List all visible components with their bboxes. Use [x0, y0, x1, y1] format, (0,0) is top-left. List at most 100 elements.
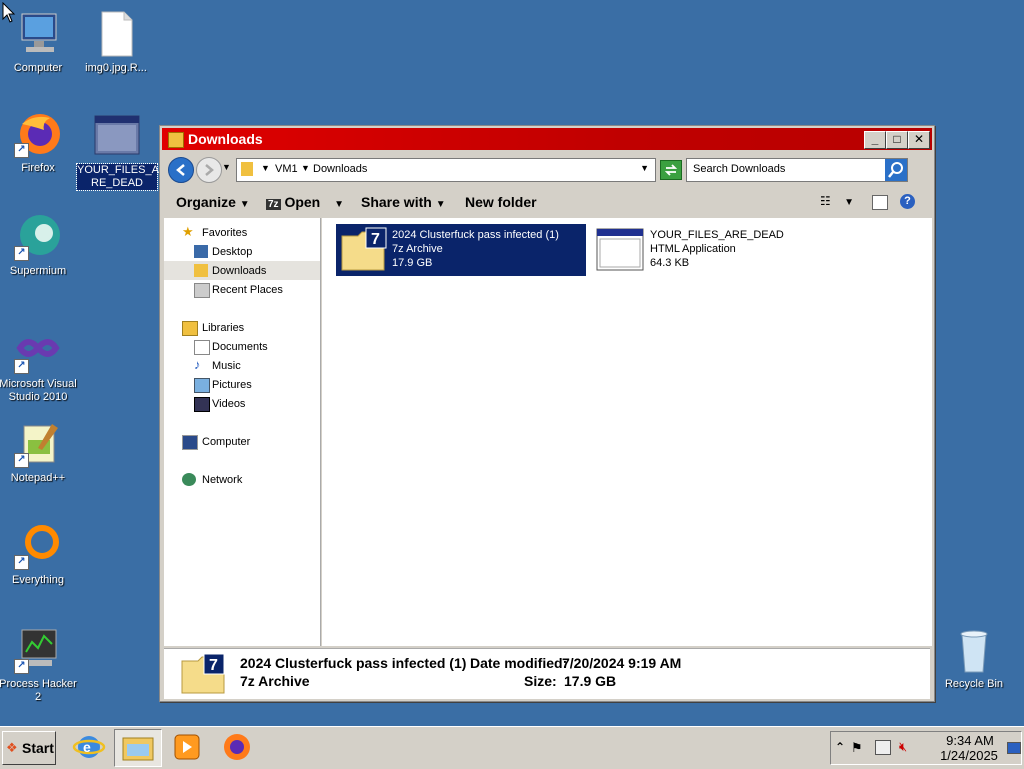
internet-explorer-icon: e — [72, 736, 106, 758]
navigation-pane: ★ Favorites Desktop Downloads Recent Plac… — [164, 218, 321, 646]
file-name: 2024 Clusterfuck pass infected (1) — [392, 229, 559, 241]
network-tray-icon[interactable] — [875, 740, 891, 755]
shortcut-arrow-icon: ↗ — [14, 555, 29, 570]
file-item[interactable]: YOUR_FILES_ARE_DEAD HTML Application 64.… — [594, 224, 844, 276]
help-icon[interactable]: ? — [900, 194, 915, 209]
refresh-button[interactable] — [660, 160, 682, 180]
views-button[interactable]: ☷ ▼ — [820, 194, 854, 208]
firefox-icon — [224, 734, 250, 760]
crumb-chevron-icon[interactable]: ▼ — [301, 163, 310, 173]
videos-icon — [194, 397, 210, 412]
firefox-icon: ↗ — [14, 110, 62, 158]
forward-button[interactable] — [196, 157, 222, 183]
desktop-icon-label: Everything — [12, 574, 64, 586]
nav-pictures[interactable]: Pictures — [164, 375, 320, 394]
desktop-icon-img0[interactable]: img0.jpg.R... — [76, 10, 156, 75]
nav-videos[interactable]: Videos — [164, 394, 320, 413]
star-icon: ★ — [182, 224, 194, 239]
window-title: Downloads — [188, 131, 263, 147]
new-folder-button[interactable]: New folder — [465, 194, 537, 210]
crumb-chevron-icon[interactable]: ▼ — [261, 163, 270, 173]
back-button[interactable] — [168, 157, 194, 183]
downloads-folder-icon — [194, 264, 208, 277]
visual-studio-icon: ↗ — [14, 326, 62, 374]
search-input[interactable]: Search Downloads — [693, 163, 785, 175]
file-size: 64.3 KB — [650, 257, 690, 269]
search-button[interactable] — [885, 159, 907, 181]
start-button[interactable]: ❖ Start — [2, 731, 56, 765]
nav-label: Documents — [212, 341, 268, 353]
desktop-icon-firefox[interactable]: ↗ Firefox — [0, 110, 78, 175]
details-date-value: 7/20/2024 9:19 AM — [562, 655, 682, 671]
forward-arrow-icon — [205, 164, 214, 176]
blank-file-icon — [92, 10, 140, 58]
nav-desktop[interactable]: Desktop — [164, 242, 320, 261]
desktop-icon-label: Recycle Bin — [944, 678, 1004, 690]
desktop-icon-process-hacker[interactable]: ↗ Process Hacker 2 — [0, 626, 78, 704]
volume-muted-icon[interactable]: 🔇︎ — [899, 739, 907, 755]
desktop-icon-visual-studio[interactable]: ↗ Microsoft Visual Studio 2010 — [0, 326, 78, 404]
share-with-button[interactable]: Share with ▼ — [361, 194, 446, 210]
desktop-icon-recycle-bin[interactable]: Recycle Bin — [934, 626, 1014, 691]
explorer-window[interactable]: Downloads _ □ ✕ ▼ ▼ VM1 ▼ Downloads ▼ Se… — [159, 125, 935, 702]
svg-text:7: 7 — [209, 657, 218, 674]
recycle-bin-icon — [950, 626, 998, 674]
details-size-label: Size: — [524, 673, 557, 689]
desktop-icon-label: Notepad++ — [10, 472, 66, 484]
nav-documents[interactable]: Documents — [164, 337, 320, 356]
nav-label: Recent Places — [212, 284, 283, 296]
taskbar-media-player[interactable] — [170, 731, 204, 763]
taskbar-firefox[interactable] — [220, 731, 254, 763]
nav-computer[interactable]: Computer — [164, 432, 320, 451]
file-item[interactable]: 7 2024 Clusterfuck pass infected (1) 7z … — [336, 224, 586, 276]
nav-music[interactable]: ♪ Music — [164, 356, 320, 375]
clock-date[interactable]: 1/24/2025 — [931, 748, 1007, 763]
minimize-button[interactable]: _ — [864, 131, 886, 149]
network-icon — [182, 473, 196, 486]
windows-logo-icon: ❖ — [6, 740, 18, 755]
action-center-flag-icon[interactable]: ⚑ — [851, 740, 863, 756]
desktop-icon-label: Supermium — [9, 265, 67, 277]
dropdown-arrow-icon: ▼ — [435, 199, 446, 210]
nav-favorites[interactable]: ★ Favorites — [164, 223, 320, 242]
nav-label: Network — [202, 474, 243, 486]
desktop-icon-notepad-plus-plus[interactable]: ↗ Notepad++ — [0, 420, 78, 485]
clock-time[interactable]: 9:34 AM — [937, 733, 1003, 748]
address-box[interactable]: ▼ VM1 ▼ Downloads ▼ — [236, 158, 656, 182]
details-date-label: Date modified: — [470, 655, 568, 671]
hta-window-icon — [93, 112, 141, 160]
taskbar-internet-explorer[interactable]: e — [72, 731, 106, 763]
svg-text:7: 7 — [371, 231, 380, 248]
file-size: 17.9 GB — [392, 257, 433, 269]
breadcrumb-downloads[interactable]: Downloads — [313, 163, 367, 175]
maximize-button[interactable]: □ — [886, 131, 908, 149]
nav-label: Desktop — [212, 246, 253, 258]
nav-libraries[interactable]: Libraries — [164, 318, 320, 337]
open-button[interactable]: 7z Open ▼ — [266, 194, 344, 210]
desktop-icon-your-files-are-dead[interactable]: YOUR_FILES_A RE_DEAD — [76, 112, 159, 191]
nav-label: Pictures — [212, 379, 252, 391]
music-icon: ♪ — [194, 357, 201, 372]
7zip-icon: 7z — [266, 199, 281, 210]
desktop-icon-supermium[interactable]: ↗ Supermium — [0, 213, 78, 278]
folder-icon — [168, 132, 184, 148]
recent-pages-dropdown-icon[interactable]: ▼ — [222, 162, 231, 172]
close-button[interactable]: ✕ — [908, 131, 930, 149]
show-desktop-icon[interactable] — [1007, 742, 1021, 754]
nav-network[interactable]: Network — [164, 470, 320, 489]
nav-recent-places[interactable]: Recent Places — [164, 280, 320, 299]
desktop-icon-everything[interactable]: ↗ Everything — [0, 522, 78, 587]
search-box[interactable]: Search Downloads — [686, 158, 908, 182]
taskbar-windows-explorer[interactable] — [114, 729, 162, 767]
details-size-value: 17.9 GB — [564, 673, 617, 689]
organize-button[interactable]: Organize ▼ — [176, 194, 250, 210]
nav-downloads[interactable]: Downloads — [164, 261, 320, 280]
preview-pane-icon[interactable] — [872, 195, 888, 210]
window-titlebar[interactable]: Downloads _ □ ✕ — [162, 128, 932, 150]
breadcrumb-vm1[interactable]: VM1 — [275, 163, 298, 175]
show-hidden-icons-icon[interactable]: ⌃ — [835, 740, 845, 754]
address-dropdown-icon[interactable]: ▼ — [640, 163, 649, 173]
open-label: Open — [284, 194, 321, 210]
desktop-icon-label: Firefox — [21, 162, 55, 174]
shortcut-arrow-icon: ↗ — [14, 659, 29, 674]
